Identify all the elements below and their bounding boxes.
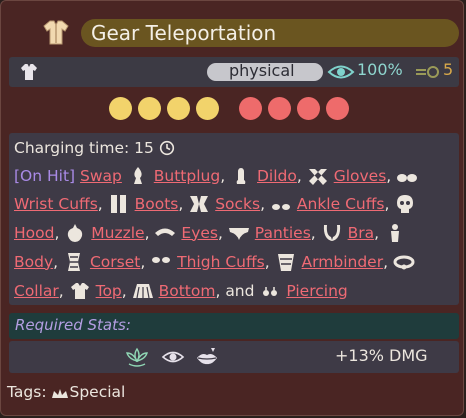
effect-line-1: [On Hit] Swap Buttplug, Dildo, Gloves, bbox=[14, 165, 418, 186]
pip-red bbox=[326, 97, 349, 120]
accuracy-value: 100% bbox=[357, 60, 403, 79]
skill-tooltip-card: Gear Teleportation physical 100% 5 Charg… bbox=[0, 0, 464, 416]
item-link-ankle-cuffs[interactable]: Ankle Cuffs bbox=[297, 194, 385, 214]
item-link-boots[interactable]: Boots bbox=[135, 194, 179, 214]
effect-line-5: Collar, Top, Bottom, and Piercing bbox=[14, 281, 348, 301]
required-stats-body: +13% DMG bbox=[9, 341, 459, 373]
bottom-icon bbox=[132, 283, 153, 298]
charging-label: Charging time: 15 bbox=[14, 138, 154, 157]
effect-line-4: Body, Corset, Thigh Cuffs, Armbinder, bbox=[14, 251, 415, 272]
on-hit-tag: [On Hit] bbox=[14, 166, 76, 185]
thigh-cuffs-icon bbox=[152, 256, 171, 263]
item-link-wrist-cuffs[interactable]: Wrist Cuffs bbox=[14, 194, 98, 214]
item-link-bra[interactable]: Bra bbox=[348, 223, 375, 243]
pip-yellow bbox=[196, 97, 219, 120]
skill-type-row: physical 100% 5 bbox=[9, 57, 459, 87]
piercing-icon bbox=[263, 286, 278, 296]
accuracy-eye-icon bbox=[327, 65, 355, 79]
pip-yellow bbox=[138, 97, 161, 120]
dildo-icon bbox=[236, 167, 246, 184]
item-link-gloves[interactable]: Gloves bbox=[334, 166, 387, 186]
charge-pips bbox=[1, 95, 465, 123]
cost-value: 5 bbox=[443, 60, 454, 79]
effects-box: Charging time: 15 [On Hit] Swap Buttplug… bbox=[9, 133, 459, 305]
muzzle-icon bbox=[68, 223, 83, 242]
item-link-top[interactable]: Top bbox=[96, 281, 122, 301]
wrist-cuffs-icon bbox=[397, 173, 418, 182]
pip-red bbox=[297, 97, 320, 120]
card-header: Gear Teleportation bbox=[9, 11, 459, 53]
item-link-thigh-cuffs[interactable]: Thigh Cuffs bbox=[177, 252, 265, 272]
item-link-armbinder[interactable]: Armbinder bbox=[302, 252, 384, 272]
item-link-collar[interactable]: Collar bbox=[14, 281, 59, 301]
pip-red bbox=[268, 97, 291, 120]
item-link-piercing[interactable]: Piercing bbox=[286, 281, 347, 301]
eye-icon bbox=[161, 351, 185, 363]
shirt-icon bbox=[43, 20, 69, 45]
effect-line-2: Wrist Cuffs, Boots, Socks, Ankle Cuffs, bbox=[14, 193, 416, 214]
buttplug-icon bbox=[133, 166, 142, 184]
top-icon bbox=[70, 282, 89, 299]
hood-icon bbox=[397, 194, 414, 213]
item-link-muzzle[interactable]: Muzzle bbox=[91, 223, 144, 243]
item-link-corset[interactable]: Corset bbox=[90, 252, 140, 272]
item-link-panties[interactable]: Panties bbox=[255, 223, 311, 243]
body-icon bbox=[390, 223, 399, 242]
skill-title: Gear Teleportation bbox=[91, 21, 277, 45]
tags-value: Special bbox=[69, 383, 126, 401]
ankle-cuffs-icon bbox=[271, 203, 290, 210]
swap-word: Swap bbox=[80, 166, 122, 185]
pip-yellow bbox=[167, 97, 190, 120]
damage-type-label: physical bbox=[229, 61, 295, 80]
item-link-body[interactable]: Body bbox=[14, 252, 53, 272]
lotus-icon bbox=[126, 347, 148, 367]
crown-icon bbox=[52, 388, 69, 398]
collar-icon bbox=[393, 255, 415, 269]
boots-icon bbox=[110, 194, 126, 213]
item-link-buttplug[interactable]: Buttplug bbox=[154, 166, 220, 186]
effect-line-3: Hood, Muzzle, Eyes, Panties, Bra, bbox=[14, 222, 406, 243]
panties-icon bbox=[228, 227, 249, 240]
clock-icon bbox=[159, 140, 174, 155]
required-stats-header: Required Stats: bbox=[9, 313, 459, 339]
lips-icon bbox=[197, 348, 217, 365]
item-link-hood[interactable]: Hood bbox=[14, 223, 54, 243]
gloves-icon bbox=[308, 168, 327, 185]
item-link-eyes[interactable]: Eyes bbox=[181, 223, 218, 243]
tags-label: Tags: bbox=[7, 383, 47, 401]
required-stats-title: Required Stats: bbox=[15, 316, 131, 334]
item-link-dildo[interactable]: Dildo bbox=[257, 166, 297, 186]
socks-icon bbox=[190, 195, 209, 212]
eyes-icon bbox=[155, 228, 176, 236]
shirt-icon bbox=[21, 64, 37, 80]
cost-key-icon bbox=[416, 66, 439, 78]
tags-line: Tags: Special bbox=[7, 383, 125, 401]
charging-line: Charging time: 15 bbox=[14, 137, 175, 158]
damage-bonus: +13% DMG bbox=[335, 346, 428, 365]
item-link-bottom[interactable]: Bottom bbox=[159, 281, 216, 301]
pip-red bbox=[239, 97, 262, 120]
pip-yellow bbox=[109, 97, 132, 120]
and-word: and bbox=[225, 281, 255, 300]
item-link-socks[interactable]: Socks bbox=[215, 194, 260, 214]
armbinder-icon bbox=[277, 253, 294, 271]
bra-icon bbox=[323, 224, 340, 241]
corset-icon bbox=[68, 252, 81, 271]
